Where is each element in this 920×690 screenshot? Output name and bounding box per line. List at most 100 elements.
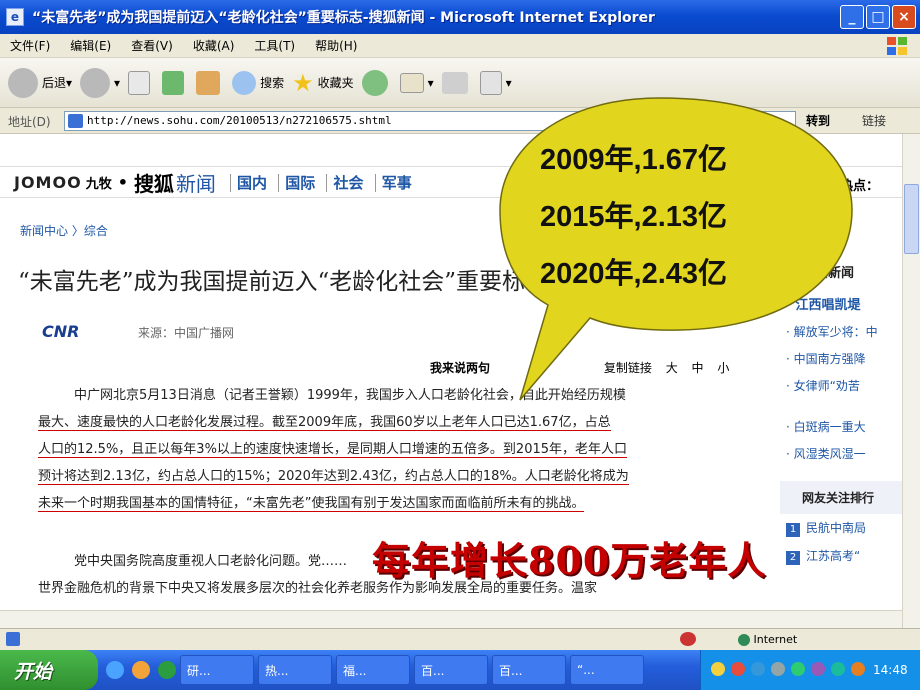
sidebar-item[interactable]: · 解放军少将：中 bbox=[780, 318, 902, 345]
sidebar-item[interactable]: · 中国南方强降 bbox=[780, 345, 902, 372]
nav-domestic[interactable]: 国内 bbox=[229, 173, 273, 192]
minimize-button[interactable]: _ bbox=[840, 5, 864, 29]
refresh-button[interactable] bbox=[162, 70, 188, 95]
favorites-label: 收藏夹 bbox=[317, 76, 354, 90]
sidebar-item[interactable]: · 白斑病一重大 bbox=[780, 413, 902, 440]
comment-link[interactable]: 我来说两句 bbox=[430, 361, 490, 375]
tray-icon[interactable] bbox=[751, 662, 765, 676]
sidebar: 重要新闻 · 江西唱凯堤 · 解放军少将：中 · 中国南方强降 · 女律师“劝苦… bbox=[780, 252, 902, 570]
ie-icon: e bbox=[6, 8, 24, 26]
bubble-line-2020: 2020年,2.43亿 bbox=[540, 258, 728, 290]
tray-icon[interactable] bbox=[711, 662, 725, 676]
desktop-quicklaunch-icon[interactable] bbox=[158, 661, 176, 679]
print-icon bbox=[441, 71, 468, 94]
history-icon bbox=[361, 69, 388, 96]
word-icon bbox=[479, 70, 502, 95]
hot-label: 热点： bbox=[840, 179, 880, 194]
sidebar-item[interactable]: · 女律师“劝苦 bbox=[780, 372, 902, 399]
copy-link[interactable]: 复制链接 bbox=[604, 361, 652, 375]
tray-icon[interactable] bbox=[851, 662, 865, 676]
sidebar-item[interactable]: · 风湿类风湿一 bbox=[780, 440, 902, 467]
search-label: 搜索 bbox=[260, 76, 285, 90]
mail-icon bbox=[399, 72, 424, 93]
site-nav: JOMOO 九牧 • 搜狐 新闻 国内 国际 社会 军事 热点： bbox=[0, 166, 902, 198]
font-small[interactable]: 小 bbox=[717, 361, 729, 375]
horizontal-scrollbar[interactable] bbox=[0, 610, 902, 628]
font-medium[interactable]: 中 bbox=[692, 361, 704, 375]
tray-icon[interactable] bbox=[791, 662, 805, 676]
tray-icon[interactable] bbox=[831, 662, 845, 676]
close-button[interactable]: × bbox=[892, 5, 916, 29]
menu-tools[interactable]: 工具(T) bbox=[244, 37, 305, 54]
sohu-logo[interactable]: 搜狐 bbox=[134, 168, 174, 197]
page-icon bbox=[68, 114, 83, 128]
taskbar-item[interactable]: 热... bbox=[258, 655, 332, 685]
menu-bar: 文件(F) 编辑(E) 查看(V) 收藏(A) 工具(T) 帮助(H) bbox=[0, 34, 920, 58]
nav-society[interactable]: 社会 bbox=[326, 173, 370, 192]
tray-icon[interactable] bbox=[731, 662, 745, 676]
vertical-scrollbar[interactable] bbox=[902, 134, 920, 628]
menu-file[interactable]: 文件(F) bbox=[0, 37, 60, 54]
para1-line: 中广网北京5月13日消息（记者王誉颖）1999年，我国步入人口老龄化社会，自此开… bbox=[74, 388, 626, 403]
sohu-news-logo[interactable]: 新闻 bbox=[176, 168, 216, 197]
menu-view[interactable]: 查看(V) bbox=[121, 37, 183, 54]
address-url: http://news.sohu.com/20100513/n272106575… bbox=[87, 114, 392, 127]
stop-button[interactable] bbox=[128, 70, 154, 95]
taskbar-item[interactable]: 研... bbox=[180, 655, 254, 685]
bubble-line-2015: 2015年,2.13亿 bbox=[540, 201, 728, 233]
nav-international[interactable]: 国际 bbox=[278, 173, 322, 192]
sidebar-item[interactable]: · 江西唱凯堤 bbox=[780, 289, 902, 318]
favorites-button[interactable]: ★ 收藏夹 bbox=[292, 69, 354, 97]
ie-toolbar: 后退 ▾ ▾ 搜索 ★ 收藏夹 ▾ ▾ bbox=[0, 58, 920, 108]
breadcrumb[interactable]: 新闻中心 〉综合 bbox=[20, 222, 108, 239]
taskbar-item[interactable]: 百... bbox=[492, 655, 566, 685]
address-input[interactable]: http://news.sohu.com/20100513/n272106575… bbox=[64, 111, 796, 131]
maximize-button[interactable]: □ bbox=[866, 5, 890, 29]
edit-button[interactable]: ▾ bbox=[479, 70, 512, 95]
font-large[interactable]: 大 bbox=[666, 361, 678, 375]
nav-military[interactable]: 军事 bbox=[374, 173, 418, 192]
jomoo-logo[interactable]: JOMOO bbox=[14, 173, 82, 192]
print-button[interactable] bbox=[441, 71, 472, 94]
back-label: 后退 bbox=[42, 76, 67, 90]
clock[interactable]: 14:48 bbox=[873, 663, 908, 677]
links-button[interactable]: 链接 bbox=[862, 112, 886, 129]
media-quicklaunch-icon[interactable] bbox=[132, 661, 150, 679]
rank-item[interactable]: 1 民航中南局 bbox=[780, 514, 902, 542]
sidebar-heading: 重要新闻 bbox=[802, 266, 855, 281]
back-button[interactable]: 后退 ▾ bbox=[8, 67, 72, 98]
search-icon bbox=[232, 70, 257, 95]
search-button[interactable]: 搜索 bbox=[232, 70, 285, 95]
bubble-line-2009: 2009年,1.67亿 bbox=[540, 144, 728, 176]
rank-item[interactable]: 2 江苏高考“ bbox=[780, 542, 902, 570]
scroll-thumb[interactable] bbox=[904, 184, 919, 254]
star-icon: ★ bbox=[292, 68, 314, 97]
mail-button[interactable]: ▾ bbox=[399, 72, 434, 93]
menu-help[interactable]: 帮助(H) bbox=[305, 37, 367, 54]
taskbar-item[interactable]: 百... bbox=[414, 655, 488, 685]
taskbar-item[interactable]: 福... bbox=[336, 655, 410, 685]
nav-links: 国内 国际 社会 军事 bbox=[229, 172, 418, 193]
article-headline: “未富先老”成为我国提前迈入“老龄化社会”重要标志 bbox=[18, 269, 549, 295]
menu-edit[interactable]: 编辑(E) bbox=[60, 37, 121, 54]
rank-heading: 网友关注排行 bbox=[780, 481, 902, 514]
page-status-icon bbox=[6, 632, 20, 646]
go-button[interactable]: 转到 bbox=[806, 112, 830, 129]
back-arrow-icon bbox=[8, 67, 38, 98]
tray-icon[interactable] bbox=[811, 662, 825, 676]
start-button[interactable]: 开始 bbox=[0, 650, 98, 690]
start-label: 开始 bbox=[14, 660, 53, 683]
address-bar: 地址(D) http://news.sohu.com/20100513/n272… bbox=[0, 108, 920, 134]
window-title: “未富先老”成为我国提前迈入“老龄化社会”重要标志-搜狐新闻 - Microso… bbox=[32, 10, 655, 26]
forward-button[interactable]: ▾ bbox=[80, 67, 120, 98]
history-button[interactable] bbox=[361, 69, 392, 96]
taskbar-item[interactable]: “... bbox=[570, 655, 644, 685]
home-button[interactable] bbox=[196, 70, 224, 95]
article-tools: 我来说两句 复制链接 大 中 小 bbox=[430, 359, 739, 376]
refresh-icon bbox=[162, 70, 185, 95]
tray-icon[interactable] bbox=[771, 662, 785, 676]
para1-line: 最大、速度最快的人口老龄化发展过程。截至2009年底，我国60岁以上老年人口已达… bbox=[38, 415, 611, 431]
para1-line: 未来一个时期我国基本的国情特征，“未富先老”使我国有别于发达国家而面临前所未有的… bbox=[38, 496, 585, 512]
ie-quicklaunch-icon[interactable] bbox=[106, 661, 124, 679]
menu-favorites[interactable]: 收藏(A) bbox=[183, 37, 245, 54]
